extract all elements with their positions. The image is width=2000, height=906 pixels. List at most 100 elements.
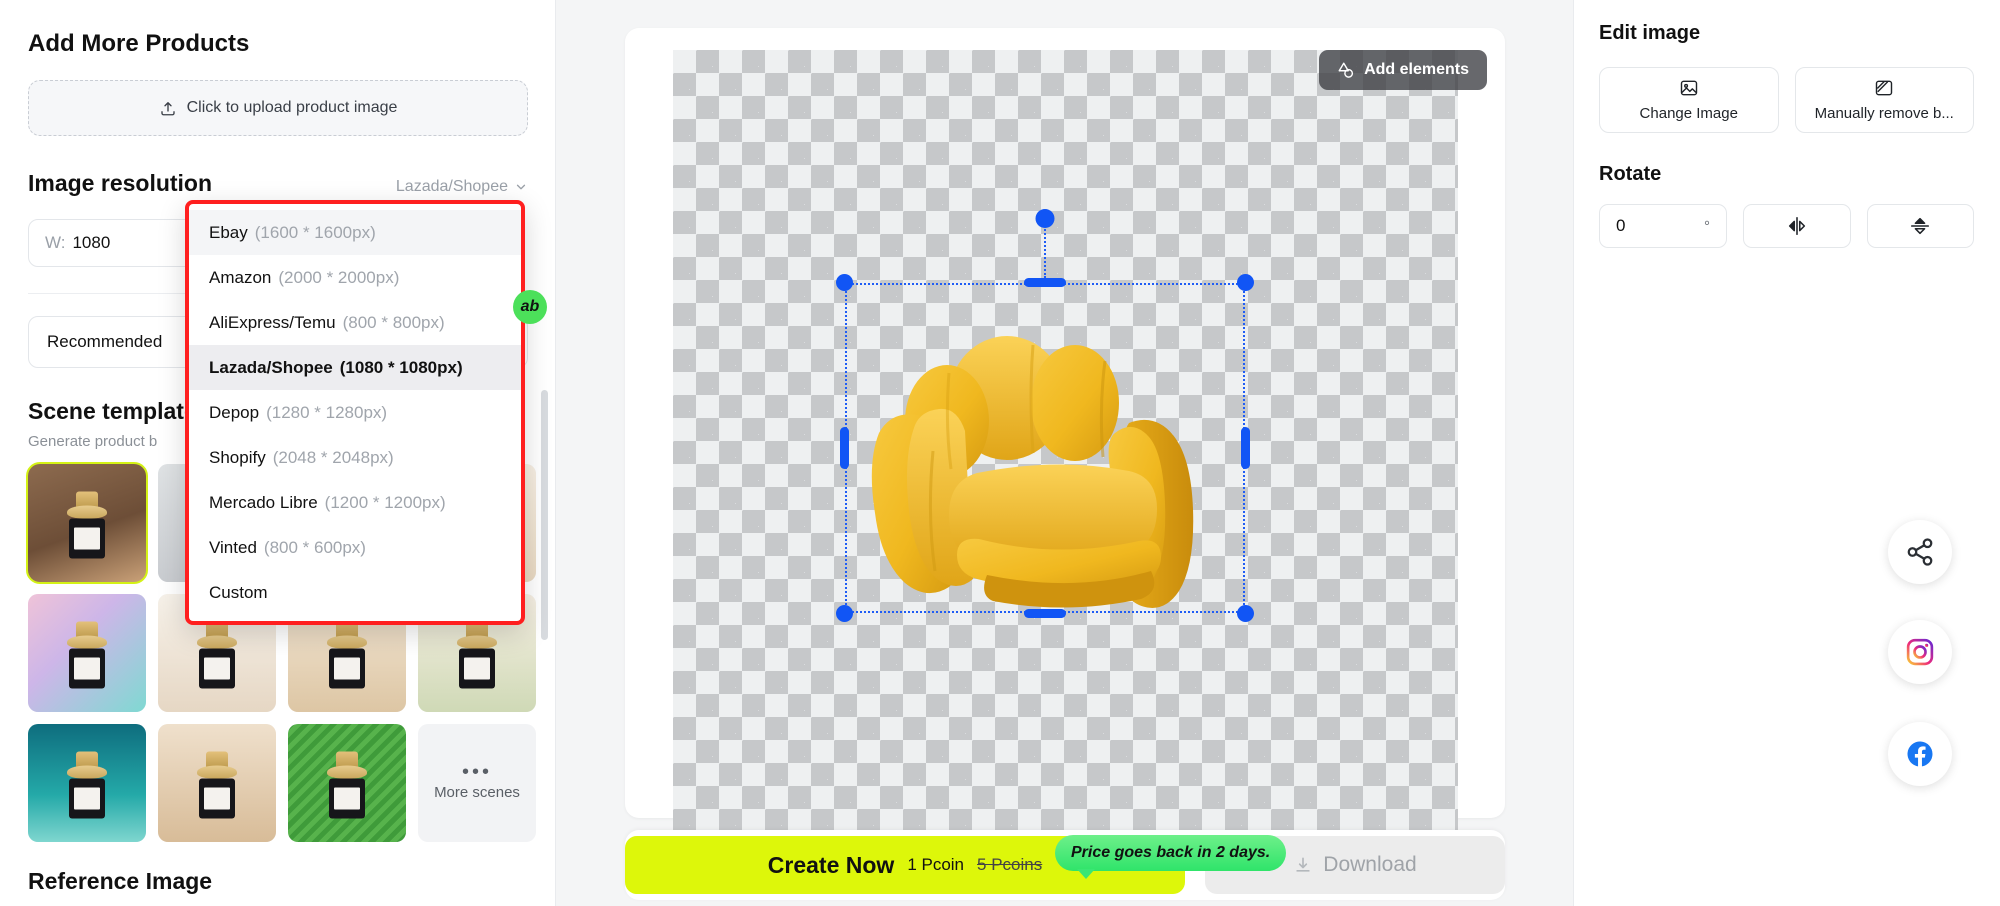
more-dots-icon: •••	[461, 760, 492, 783]
resolution-option-vinted[interactable]: Vinted (800 * 600px)	[189, 525, 521, 570]
resize-handle-bottom-left[interactable]	[836, 605, 853, 622]
more-scenes-label: More scenes	[434, 783, 520, 801]
more-scenes-button[interactable]: ••• More scenes	[418, 724, 536, 842]
resize-handle-top-right[interactable]	[1237, 274, 1254, 291]
resolution-option-size: (1200 * 1200px)	[324, 492, 446, 512]
resize-handle-top[interactable]	[1024, 278, 1066, 287]
resolution-option-name: Ebay	[209, 222, 248, 242]
price-original: 5 Pcoins	[977, 855, 1043, 874]
download-label: Download	[1323, 853, 1417, 876]
product-selection-box[interactable]	[836, 209, 1254, 622]
resolution-option-size: (800 * 800px)	[342, 312, 445, 332]
resize-handle-right[interactable]	[1241, 427, 1250, 469]
canvas-card: Add elements	[625, 28, 1505, 835]
shapes-icon	[1337, 61, 1355, 79]
right-panel: Edit image Change Image Manually remove …	[1573, 0, 2000, 906]
resolution-option-name: Amazon	[209, 267, 272, 287]
width-value: 1080	[72, 233, 111, 252]
instagram-icon	[1905, 637, 1935, 667]
image-resolution-header: Image resolution Lazada/Shopee	[28, 170, 528, 197]
upload-product-image-button[interactable]: Click to upload product image	[28, 80, 528, 136]
left-panel-scrollbar[interactable]	[541, 390, 548, 640]
resolution-option-depop[interactable]: Depop (1280 * 1280px)	[189, 390, 521, 435]
resolution-option-name: Depop	[209, 402, 260, 422]
rotate-handle[interactable]	[1035, 209, 1055, 228]
ab-badge: ab	[513, 290, 547, 324]
add-elements-button[interactable]: Add elements	[1319, 50, 1487, 90]
resolution-option-name: AliExpress/Temu	[209, 312, 336, 332]
product-thumbnail-art	[66, 491, 108, 559]
image-icon	[1679, 78, 1699, 98]
chevron-down-icon	[514, 180, 528, 194]
resolution-option-size: (800 * 600px)	[263, 537, 366, 557]
image-resolution-heading: Image resolution	[28, 170, 213, 196]
price-tooltip: Price goes back in 2 days.	[1055, 835, 1287, 879]
facebook-icon	[1905, 739, 1935, 769]
create-now-label: Create Now	[767, 851, 895, 878]
edit-image-heading: Edit image	[1599, 22, 1701, 44]
resolution-option-size: (2000 * 2000px)	[278, 267, 400, 287]
resolution-option-size: (1600 * 1600px)	[254, 222, 376, 242]
eraser-icon	[1874, 78, 1894, 98]
resolution-preset-value: Lazada/Shopee	[395, 178, 508, 195]
resolution-preset-select[interactable]: Lazada/Shopee	[396, 178, 528, 196]
resolution-preset-dropdown[interactable]: Ebay (1600 * 1600px) Amazon (2000 * 2000px)…	[185, 200, 525, 625]
resolution-option-shopify[interactable]: Shopify (2048 * 2048px)	[189, 435, 521, 480]
right-panel-divider	[1573, 0, 1574, 906]
selection-border	[845, 283, 1245, 613]
resolution-option-aliexpress-temu[interactable]: AliExpress/Temu (800 * 800px)	[189, 300, 521, 345]
resolution-option-name: Lazada/Shopee	[209, 357, 333, 377]
rotate-unit: °	[1704, 217, 1710, 235]
resolution-option-mercado-libre[interactable]: Mercado Libre (1200 * 1200px)	[189, 480, 521, 525]
canvas-area: Add elements	[556, 0, 1573, 906]
rotate-value: 0	[1616, 216, 1626, 235]
resolution-option-size: (1080 * 1080px)	[339, 357, 463, 377]
upload-label: Click to upload product image	[186, 99, 398, 116]
manually-remove-background-button[interactable]: Manually remove b...	[1794, 67, 1974, 133]
flip-vertical-icon	[1909, 215, 1931, 237]
rotate-heading: Rotate	[1599, 163, 1662, 185]
add-elements-label: Add elements	[1364, 61, 1469, 78]
resolution-option-name: Mercado Libre	[209, 492, 318, 512]
instagram-button[interactable]	[1888, 620, 1952, 684]
resolution-option-ebay[interactable]: Ebay (1600 * 1600px)	[189, 210, 521, 255]
price-current: 1 Pcoin	[907, 855, 965, 874]
scene-thumbnail[interactable]	[158, 724, 276, 842]
resolution-option-amazon[interactable]: Amazon (2000 * 2000px)	[189, 255, 521, 300]
resolution-option-custom[interactable]: Custom	[189, 570, 521, 615]
scene-thumbnail[interactable]	[288, 724, 406, 842]
download-icon	[1293, 855, 1313, 875]
width-label: W:	[45, 233, 66, 252]
facebook-button[interactable]	[1888, 722, 1952, 786]
price-tooltip-label: Price goes back in 2 days.	[1071, 844, 1271, 861]
resolution-option-name: Shopify	[209, 447, 266, 467]
recommended-label: Recommended	[47, 332, 163, 351]
resize-handle-bottom-right[interactable]	[1237, 605, 1254, 622]
change-image-label: Change Image	[1639, 105, 1738, 122]
scene-thumbnail[interactable]	[28, 724, 146, 842]
resolution-option-name: Custom	[209, 582, 268, 602]
upload-icon	[159, 99, 177, 117]
share-icon	[1905, 537, 1935, 567]
page-title: Add More Products	[28, 30, 250, 57]
flip-horizontal-button[interactable]	[1743, 204, 1851, 248]
resolution-option-name: Vinted	[209, 537, 257, 557]
bottom-action-bar: Create Now 1 Pcoin 5 Pcoins Price goes b…	[625, 830, 1505, 900]
change-image-button[interactable]: Change Image	[1599, 67, 1779, 133]
flip-vertical-button[interactable]	[1866, 204, 1974, 248]
resize-handle-bottom[interactable]	[1024, 609, 1066, 618]
share-button[interactable]	[1888, 520, 1952, 584]
ab-badge-label: ab	[520, 298, 540, 315]
resolution-option-size: (1280 * 1280px)	[266, 402, 388, 422]
resize-handle-top-left[interactable]	[836, 274, 853, 291]
rotate-degrees-input[interactable]: 0 °	[1599, 204, 1727, 248]
flip-horizontal-icon	[1786, 215, 1808, 237]
rotate-controls: 0 °	[1599, 204, 1974, 248]
manually-remove-background-label: Manually remove b...	[1814, 105, 1954, 122]
resolution-option-lazada-shopee[interactable]: Lazada/Shopee (1080 * 1080px)	[189, 345, 521, 390]
resolution-option-size: (2048 * 2048px)	[272, 447, 394, 467]
resize-handle-left[interactable]	[840, 427, 849, 469]
scene-thumbnail[interactable]	[26, 462, 148, 584]
scene-thumbnail[interactable]	[28, 594, 146, 712]
reference-image-heading: Reference Image	[28, 868, 213, 894]
